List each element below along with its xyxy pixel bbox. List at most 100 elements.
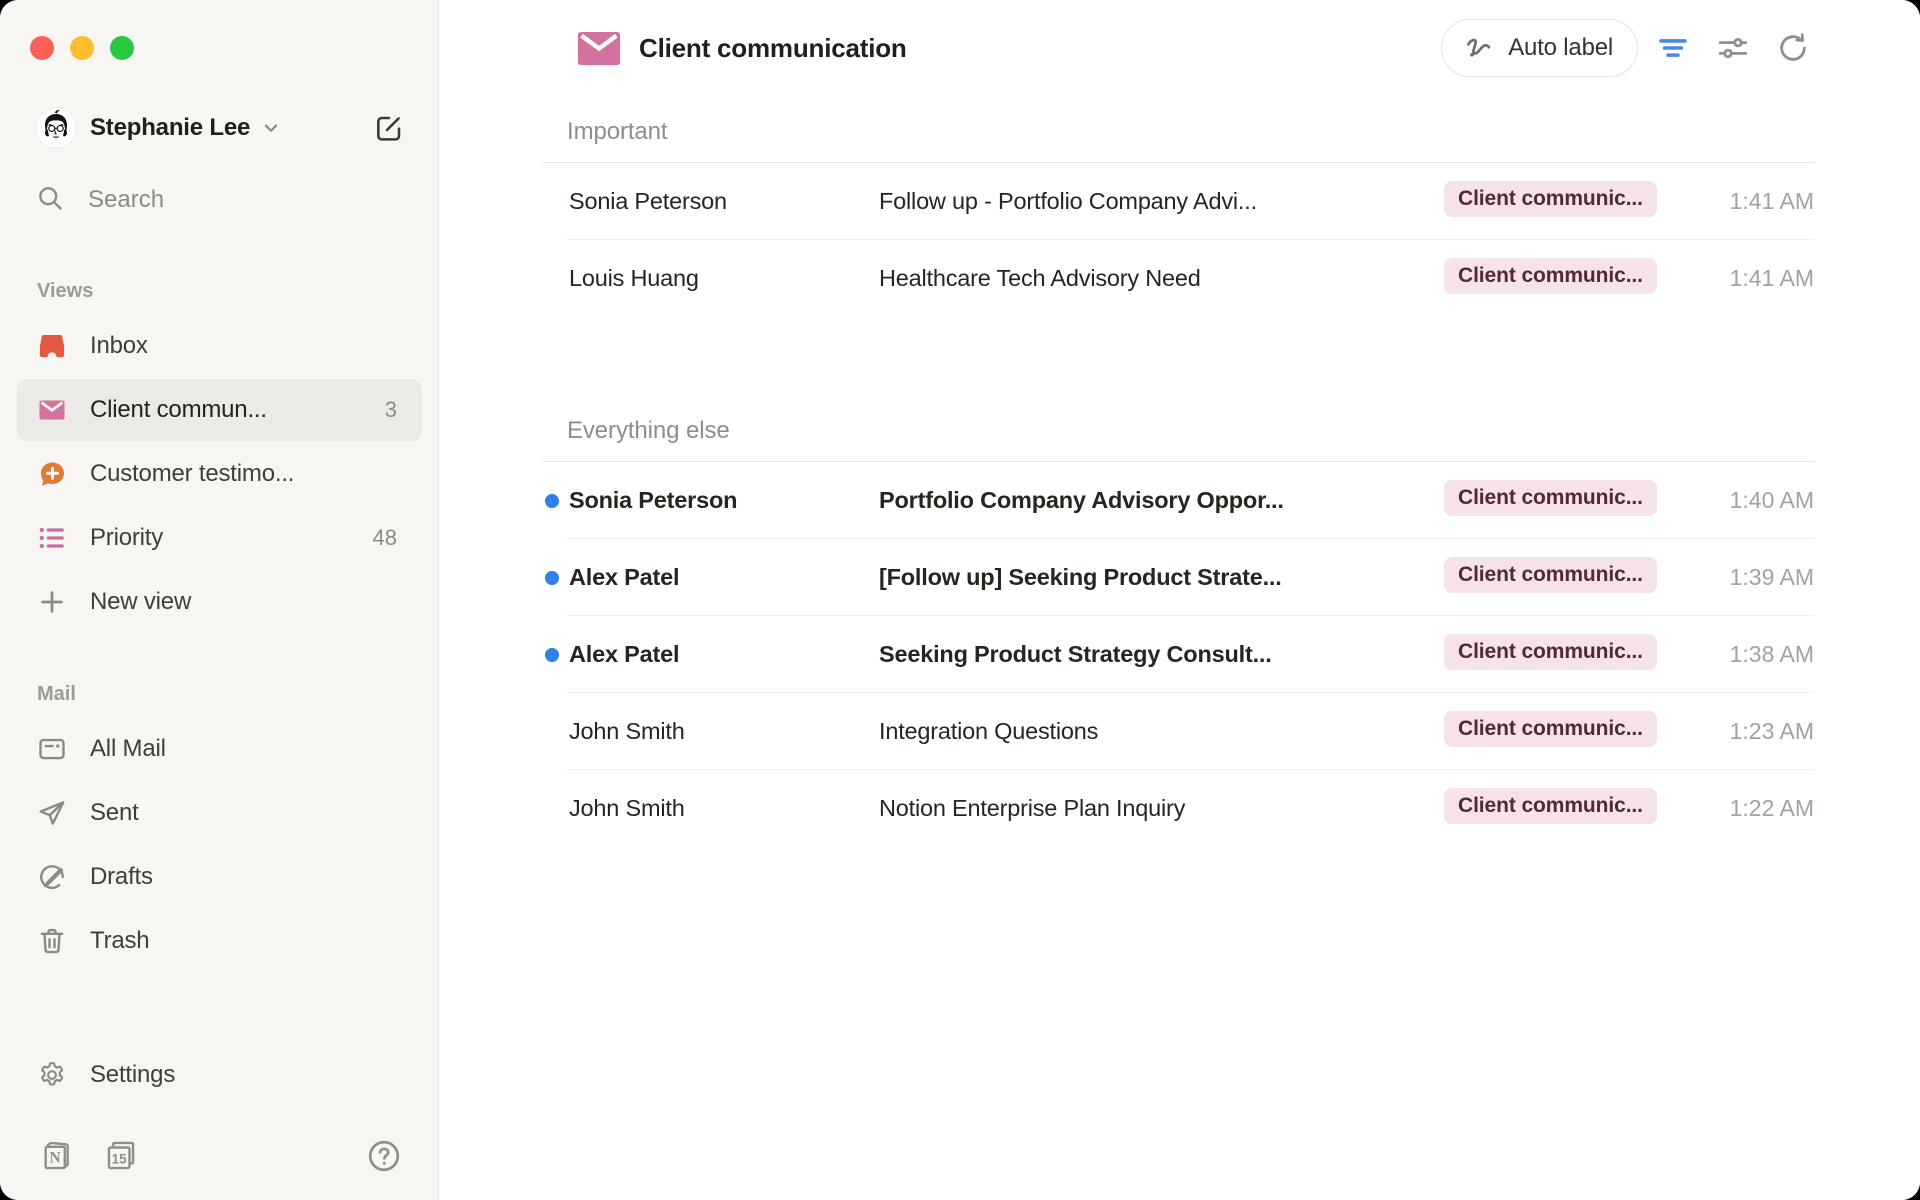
email-row[interactable]: Alex Patel [Follow up] Seeking Product S… [543, 539, 1814, 616]
email-subject: Notion Enterprise Plan Inquiry [879, 795, 1444, 822]
compose-button[interactable] [371, 110, 407, 146]
avatar [36, 108, 76, 148]
email-label-badge: Client communic... [1444, 181, 1657, 217]
email-sender: Louis Huang [569, 265, 879, 292]
inbox-icon [37, 331, 67, 361]
sidebar-item-sent[interactable]: Sent [17, 782, 422, 844]
envelope-icon [37, 395, 67, 425]
sidebar-item-trash[interactable]: Trash [17, 910, 422, 972]
email-row[interactable]: Sonia Peterson Follow up - Portfolio Com… [543, 163, 1814, 240]
sidebar-item-settings[interactable]: Settings [17, 1044, 422, 1106]
svg-text:N: N [50, 1150, 62, 1167]
email-time: 1:22 AM [1689, 795, 1814, 822]
zoom-button[interactable] [110, 36, 134, 60]
email-sender: Alex Patel [569, 564, 879, 591]
email-subject: Integration Questions [879, 718, 1444, 745]
window-controls [30, 36, 134, 60]
email-sender: Alex Patel [569, 641, 879, 668]
sidebar-item-all-mail[interactable]: All Mail [17, 718, 422, 780]
email-label-badge: Client communic... [1444, 258, 1657, 294]
svg-text:15: 15 [112, 1151, 127, 1166]
account-name: Stephanie Lee [90, 114, 250, 142]
view-envelope-icon [577, 31, 621, 65]
display-settings-button[interactable] [1708, 23, 1758, 73]
unread-dot [545, 802, 559, 816]
email-time: 1:23 AM [1689, 718, 1814, 745]
unread-dot [545, 494, 559, 508]
sidebar-item-customer-testimo[interactable]: Customer testimo... [17, 443, 422, 505]
email-time: 1:40 AM [1689, 487, 1814, 514]
all-mail-icon [37, 734, 67, 764]
sidebar-item-drafts[interactable]: Drafts [17, 846, 422, 908]
refresh-button[interactable] [1768, 23, 1818, 73]
email-time: 1:41 AM [1689, 265, 1814, 292]
email-time: 1:39 AM [1689, 564, 1814, 591]
sidebar-section-gap [0, 635, 438, 683]
sidebar-section-label: Views [37, 280, 438, 303]
refresh-icon [1776, 31, 1810, 65]
account-switcher[interactable]: Stephanie Lee [36, 106, 407, 150]
sent-icon [37, 798, 67, 828]
page-title: Client communication [639, 33, 907, 64]
unread-dot [545, 272, 559, 286]
drafts-icon [37, 862, 67, 892]
email-group: Sonia Peterson Follow up - Portfolio Com… [543, 163, 1814, 317]
sidebar-item-new-view[interactable]: New view [17, 571, 422, 633]
email-subject: [Follow up] Seeking Product Strate... [879, 564, 1444, 591]
plus-icon [37, 587, 67, 617]
minimize-button[interactable] [70, 36, 94, 60]
sidebar: Stephanie Lee Search Views Inbox Client [0, 0, 439, 1200]
email-group: Sonia Peterson Portfolio Company Advisor… [543, 462, 1814, 847]
sliders-icon [1716, 31, 1750, 65]
email-label-badge: Client communic... [1444, 788, 1657, 824]
email-label-badge: Client communic... [1444, 480, 1657, 516]
email-sender: Sonia Peterson [569, 188, 879, 215]
email-label-badge: Client communic... [1444, 634, 1657, 670]
main-panel: Client communication Auto label [439, 0, 1920, 1200]
list-section-title: Everything else [543, 417, 1814, 445]
filter-icon [1656, 31, 1690, 65]
sidebar-settings: Settings [17, 1044, 422, 1106]
help-icon[interactable] [366, 1138, 402, 1174]
search-input[interactable]: Search [36, 178, 408, 222]
email-subject: Healthcare Tech Advisory Need [879, 265, 1444, 292]
sidebar-navigation: Views Inbox Client commun... 3 Customer … [0, 280, 438, 974]
sidebar-item-priority[interactable]: Priority 48 [17, 507, 422, 569]
list-section-title: Important [543, 118, 1814, 146]
email-row[interactable]: Sonia Peterson Portfolio Company Advisor… [543, 462, 1814, 539]
email-row[interactable]: Alex Patel Seeking Product Strategy Cons… [543, 616, 1814, 693]
notion-app-icon[interactable]: N [40, 1139, 74, 1173]
close-button[interactable] [30, 36, 54, 60]
header-actions: Auto label [1441, 19, 1818, 77]
sidebar-footer: N 15 [40, 1136, 402, 1176]
priority-list-icon [37, 523, 67, 553]
email-time: 1:38 AM [1689, 641, 1814, 668]
auto-label-icon [1462, 31, 1496, 65]
unread-dot [545, 195, 559, 209]
email-row[interactable]: John Smith Integration Questions Client … [543, 693, 1814, 770]
email-label-badge: Client communic... [1444, 557, 1657, 593]
view-header: Client communication Auto label [439, 0, 1920, 96]
email-time: 1:41 AM [1689, 188, 1814, 215]
sidebar-item-inbox[interactable]: Inbox [17, 315, 422, 377]
chevron-down-icon [260, 117, 282, 144]
search-icon [36, 184, 64, 217]
email-row[interactable]: Louis Huang Healthcare Tech Advisory Nee… [543, 240, 1814, 317]
auto-label-button[interactable]: Auto label [1441, 19, 1638, 77]
email-sender: John Smith [569, 718, 879, 745]
unread-count: 3 [385, 397, 397, 423]
testimonial-icon [37, 459, 67, 489]
search-placeholder: Search [88, 186, 164, 214]
filter-button[interactable] [1648, 23, 1698, 73]
notion-calendar-icon[interactable]: 15 [104, 1139, 138, 1173]
email-subject: Portfolio Company Advisory Oppor... [879, 487, 1444, 514]
sidebar-item-client-commun[interactable]: Client commun... 3 [17, 379, 422, 441]
unread-dot [545, 648, 559, 662]
email-subject: Seeking Product Strategy Consult... [879, 641, 1444, 668]
email-sender: John Smith [569, 795, 879, 822]
email-subject: Follow up - Portfolio Company Advi... [879, 188, 1444, 215]
email-row[interactable]: John Smith Notion Enterprise Plan Inquir… [543, 770, 1814, 847]
email-label-badge: Client communic... [1444, 711, 1657, 747]
email-list: Important Sonia Peterson Follow up - Por… [543, 118, 1814, 847]
gear-icon [37, 1060, 67, 1090]
